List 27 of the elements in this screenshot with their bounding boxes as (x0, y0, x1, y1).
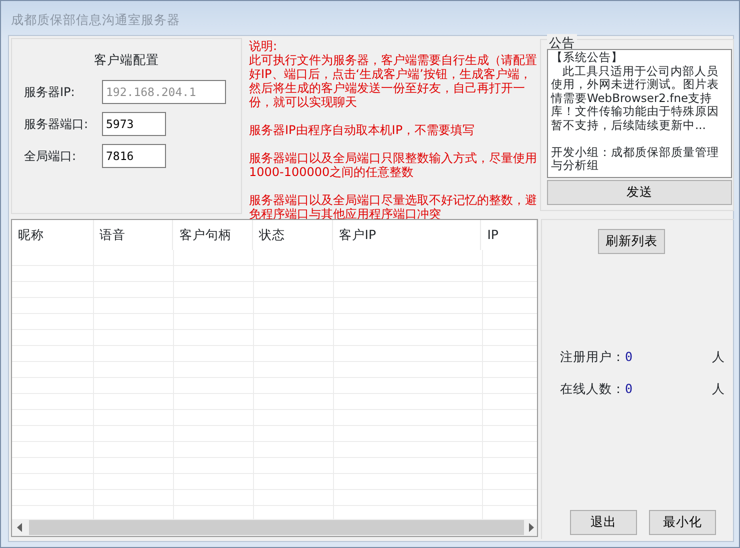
field-label: 服务器端口: (23, 116, 90, 133)
window-title: 成都质保部信息沟通室服务器 (11, 12, 180, 27)
notes-paragraph: 服务器端口以及全局端口只限整数输入方式，尽量使用1000-100000之间的任意整数 (249, 151, 538, 179)
input-field[interactable]: 5973 (102, 112, 166, 136)
announcement-box[interactable]: 【系统公告】 此工具只适用于公司内部人员使用，外网未进行测试。图片表情需要WebBrowser2.fne支持库！文件传输功能由于特殊原因暂不支持，后续陆续更新中... 开发小组：成都质保部质量管理与分析组 (547, 49, 732, 178)
minimize-button[interactable]: 最小化 (649, 510, 716, 535)
unit-label: 人 (712, 380, 725, 398)
panel-title: 客户端配置 (93, 51, 160, 69)
stat-label: 在线人数： (560, 380, 625, 398)
notes-heading: 说明: (249, 39, 278, 53)
notes-paragraph: 服务器端口以及全局端口尽量选取不好记忆的整数，避免程序端口与其他应用程序端口冲突 (249, 193, 538, 221)
notes-paragraph: 此可执行文件为服务器，客户端需要自行生成（请配置好IP、端口后，点击‘生成客户端’按钮，生成客户端，然后将生成的客户端发送一份至好友，自己再打开一份，就可以实现聊天 (249, 53, 538, 109)
field-label: 全局端口: (23, 148, 78, 165)
announcement-line: 开发小组：成都质保部质量管理与分析组 (551, 146, 720, 172)
horizontal-scrollbar[interactable] (12, 519, 537, 536)
notes-paragraph: 服务器IP由程序自动取本机IP，不需要填写 (249, 123, 476, 137)
unit-label: 人 (712, 348, 725, 366)
send-button[interactable]: 发送 (547, 180, 732, 205)
input-field[interactable]: 7816 (102, 144, 166, 168)
exit-button[interactable]: 退出 (570, 510, 637, 535)
stat-label: 注册用户： (560, 348, 625, 366)
announcement-line: 【系统公告】 (551, 51, 624, 64)
stat-value: 0 (625, 348, 633, 366)
stat-value: 0 (625, 380, 633, 398)
announcement-line: 此工具只适用于公司内部人员使用，外网未进行测试。图片表情需要WebBrowser2.fne支持库！文件传输功能由于特殊原因暂不支持，后续陆续更新中... (551, 64, 720, 132)
refresh-list-button[interactable]: 刷新列表 (598, 229, 665, 254)
field-label: 服务器IP: (23, 84, 76, 101)
